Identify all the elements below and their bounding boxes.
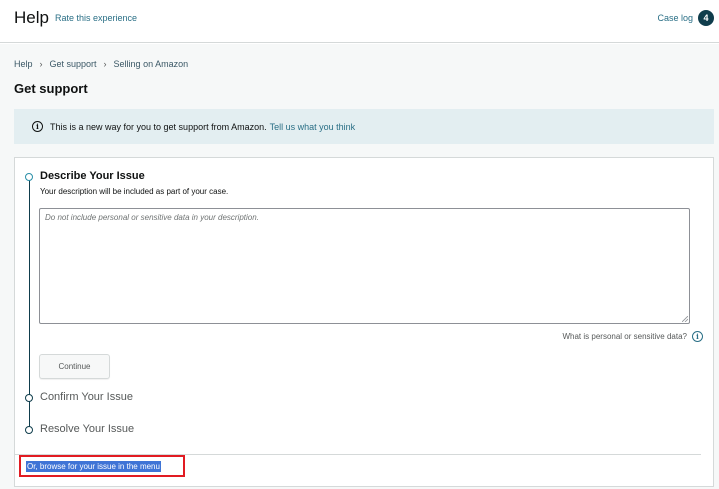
step-resolve-dot [25, 426, 33, 434]
continue-button[interactable]: Continue [39, 354, 110, 379]
step-confirm-title: Confirm Your Issue [40, 391, 133, 403]
breadcrumb-get-support[interactable]: Get support [50, 59, 97, 69]
banner-text: This is a new way for you to get support… [50, 121, 267, 132]
help-title: Help [14, 8, 49, 27]
breadcrumb: Help › Get support › Selling on Amazon [14, 59, 188, 69]
feedback-link[interactable]: Tell us what you think [270, 122, 356, 132]
case-log-count-badge: 4 [698, 10, 714, 26]
chevron-right-icon: › [39, 59, 43, 69]
main-content: Help › Get support › Selling on Amazon G… [0, 44, 719, 489]
support-steps-card: Describe Your Issue Your description wil… [14, 157, 714, 487]
top-bar: Help Rate this experience Case log 4 [0, 0, 719, 43]
browse-link-highlight: Or, browse for your issue in the menu [19, 455, 185, 477]
issue-description-input[interactable]: Do not include personal or sensitive dat… [39, 208, 690, 324]
info-icon[interactable]: i [692, 331, 703, 342]
sensitive-data-help[interactable]: What is personal or sensitive data? i [562, 331, 703, 342]
step-describe-title: Describe Your Issue [40, 170, 145, 182]
breadcrumb-selling-on-amazon: Selling on Amazon [113, 59, 189, 69]
step-resolve-title: Resolve Your Issue [40, 423, 135, 435]
description-placeholder: Do not include personal or sensitive dat… [45, 213, 259, 222]
resize-handle-icon[interactable] [682, 316, 688, 322]
case-log-label: Case log [657, 13, 693, 23]
step-describe-dot [25, 173, 33, 181]
breadcrumb-help[interactable]: Help [14, 59, 33, 69]
step-confirm-dot [25, 394, 33, 402]
rate-experience-link[interactable]: Rate this experience [55, 13, 137, 23]
page-title: Get support [14, 81, 88, 96]
chevron-right-icon: › [103, 59, 107, 69]
step-describe-subtitle: Your description will be included as par… [40, 187, 229, 196]
browse-issue-menu-link[interactable]: Or, browse for your issue in the menu [26, 460, 161, 472]
info-banner: i This is a new way for you to get suppo… [14, 109, 714, 144]
sensitive-data-link[interactable]: What is personal or sensitive data? [562, 332, 687, 341]
timeline-line [29, 177, 30, 430]
case-log-button[interactable]: Case log 4 [657, 10, 714, 26]
info-icon: i [32, 121, 43, 132]
